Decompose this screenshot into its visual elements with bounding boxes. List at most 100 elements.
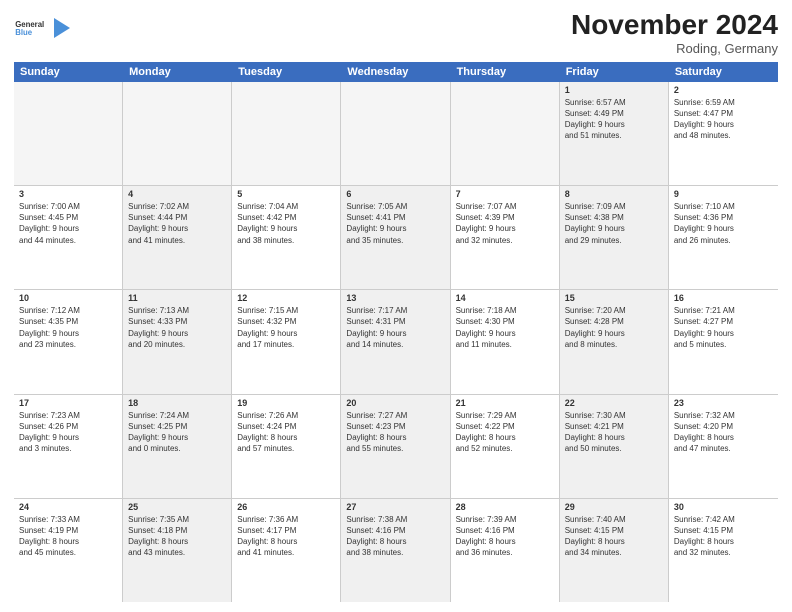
table-row: 21 Sunrise: 7:29 AM Sunset: 4:22 PM Dayli… (451, 395, 560, 498)
daylight-hours: Sunrise: 6:59 AM Sunset: 4:47 PM Dayligh… (674, 97, 773, 142)
table-row: 27 Sunrise: 7:38 AM Sunset: 4:16 PM Dayli… (341, 499, 450, 602)
daylight-hours: Sunrise: 7:29 AM Sunset: 4:22 PM Dayligh… (456, 410, 554, 455)
table-row: 18Sunrise: 7:24 AM Sunset: 4:25 PM Dayli… (123, 395, 232, 498)
table-row (232, 82, 341, 185)
daylight-hours: Sunrise: 7:05 AM Sunset: 4:41 PM Dayligh… (346, 201, 444, 246)
day-number: 22 (565, 398, 663, 408)
day-number: 27 (346, 502, 444, 512)
table-row (14, 82, 123, 185)
title-block: November 2024 Roding, Germany (571, 10, 778, 56)
table-row: 28 Sunrise: 7:39 AM Sunset: 4:16 PM Dayli… (451, 499, 560, 602)
day-number: 18 (128, 398, 226, 408)
table-row: 4 Sunrise: 7:02 AM Sunset: 4:44 PM Daylig… (123, 186, 232, 289)
table-row: 13 Sunrise: 7:17 AM Sunset: 4:31 PM Dayli… (341, 290, 450, 393)
day-number: 29 (565, 502, 663, 512)
header-saturday: Saturday (669, 62, 778, 82)
header: General Blue November 2024 Roding, Germa… (14, 10, 778, 56)
daylight-hours: Sunrise: 7:18 AM Sunset: 4:30 PM Dayligh… (456, 305, 554, 350)
header-sunday: Sunday (14, 62, 123, 82)
header-tuesday: Tuesday (232, 62, 341, 82)
day-number: 5 (237, 189, 335, 199)
table-row: 15 Sunrise: 7:20 AM Sunset: 4:28 PM Dayli… (560, 290, 669, 393)
table-row: 20 Sunrise: 7:27 AM Sunset: 4:23 PM Dayli… (341, 395, 450, 498)
month-title: November 2024 (571, 10, 778, 41)
logo-svg: General Blue (14, 10, 50, 46)
daylight-hours: Sunrise: 7:13 AM Sunset: 4:33 PM Dayligh… (128, 305, 226, 350)
day-number: 26 (237, 502, 335, 512)
table-row: 16 Sunrise: 7:21 AM Sunset: 4:27 PM Dayli… (669, 290, 778, 393)
day-number: 23 (674, 398, 773, 408)
day-number: 30 (674, 502, 773, 512)
table-row (341, 82, 450, 185)
logo: General Blue (14, 10, 70, 46)
table-row: 10Sunrise: 7:12 AM Sunset: 4:35 PM Dayli… (14, 290, 123, 393)
daylight-hours: Sunrise: 7:42 AM Sunset: 4:15 PM Dayligh… (674, 514, 773, 559)
daylight-hours: Sunrise: 7:09 AM Sunset: 4:38 PM Dayligh… (565, 201, 663, 246)
day-number: 3 (19, 189, 117, 199)
day-number: 11 (128, 293, 226, 303)
day-number: 28 (456, 502, 554, 512)
day-number: 10 (19, 293, 117, 303)
header-friday: Friday (560, 62, 669, 82)
daylight-hours: Sunrise: 7:00 AM Sunset: 4:45 PM Dayligh… (19, 201, 117, 246)
day-number: 17 (19, 398, 117, 408)
table-row: 14 Sunrise: 7:18 AM Sunset: 4:30 PM Dayli… (451, 290, 560, 393)
daylight-hours: Sunrise: 7:38 AM Sunset: 4:16 PM Dayligh… (346, 514, 444, 559)
day-number: 20 (346, 398, 444, 408)
daylight-hours: Sunrise: 7:17 AM Sunset: 4:31 PM Dayligh… (346, 305, 444, 350)
day-number: 9 (674, 189, 773, 199)
svg-text:Blue: Blue (15, 28, 33, 37)
table-row: 12Sunrise: 7:15 AM Sunset: 4:32 PM Dayli… (232, 290, 341, 393)
day-number: 2 (674, 85, 773, 95)
daylight-hours: Sunrise: 7:39 AM Sunset: 4:16 PM Dayligh… (456, 514, 554, 559)
day-number: 8 (565, 189, 663, 199)
cal-row-3: 17 Sunrise: 7:23 AM Sunset: 4:26 PM Dayli… (14, 395, 778, 499)
svg-text:General: General (15, 20, 44, 29)
daylight-hours: Sunrise: 7:26 AM Sunset: 4:24 PM Dayligh… (237, 410, 335, 455)
day-number: 25 (128, 502, 226, 512)
daylight-hours: Sunrise: 7:10 AM Sunset: 4:36 PM Dayligh… (674, 201, 773, 246)
day-number: 15 (565, 293, 663, 303)
day-number: 7 (456, 189, 554, 199)
daylight-hours: Sunrise: 7:27 AM Sunset: 4:23 PM Dayligh… (346, 410, 444, 455)
daylight-hours: Sunrise: 7:33 AM Sunset: 4:19 PM Dayligh… (19, 514, 117, 559)
table-row: 30 Sunrise: 7:42 AM Sunset: 4:15 PM Dayli… (669, 499, 778, 602)
cal-row-0: 1Sunrise: 6:57 AM Sunset: 4:49 PM Daylig… (14, 82, 778, 186)
header-thursday: Thursday (451, 62, 560, 82)
logo-arrow (54, 18, 70, 38)
location: Roding, Germany (571, 41, 778, 56)
table-row: 6Sunrise: 7:05 AM Sunset: 4:41 PM Daylig… (341, 186, 450, 289)
day-number: 21 (456, 398, 554, 408)
daylight-hours: Sunrise: 7:04 AM Sunset: 4:42 PM Dayligh… (237, 201, 335, 246)
daylight-hours: Sunrise: 7:07 AM Sunset: 4:39 PM Dayligh… (456, 201, 554, 246)
daylight-hours: Sunrise: 7:35 AM Sunset: 4:18 PM Dayligh… (128, 514, 226, 559)
cal-row-1: 3 Sunrise: 7:00 AM Sunset: 4:45 PM Daylig… (14, 186, 778, 290)
daylight-hours: Sunrise: 7:20 AM Sunset: 4:28 PM Dayligh… (565, 305, 663, 350)
table-row: 29 Sunrise: 7:40 AM Sunset: 4:15 PM Dayli… (560, 499, 669, 602)
table-row (451, 82, 560, 185)
table-row: 2 Sunrise: 6:59 AM Sunset: 4:47 PM Daylig… (669, 82, 778, 185)
day-number: 24 (19, 502, 117, 512)
day-number: 4 (128, 189, 226, 199)
day-number: 1 (565, 85, 663, 95)
table-row: 19 Sunrise: 7:26 AM Sunset: 4:24 PM Dayli… (232, 395, 341, 498)
header-wednesday: Wednesday (341, 62, 450, 82)
table-row: 1Sunrise: 6:57 AM Sunset: 4:49 PM Daylig… (560, 82, 669, 185)
table-row: 5 Sunrise: 7:04 AM Sunset: 4:42 PM Daylig… (232, 186, 341, 289)
table-row (123, 82, 232, 185)
day-number: 16 (674, 293, 773, 303)
daylight-hours: Sunrise: 7:40 AM Sunset: 4:15 PM Dayligh… (565, 514, 663, 559)
daylight-hours: Sunrise: 7:21 AM Sunset: 4:27 PM Dayligh… (674, 305, 773, 350)
table-row: 9 Sunrise: 7:10 AM Sunset: 4:36 PM Daylig… (669, 186, 778, 289)
table-row: 25 Sunrise: 7:35 AM Sunset: 4:18 PM Dayli… (123, 499, 232, 602)
day-number: 13 (346, 293, 444, 303)
daylight-hours: Sunrise: 7:32 AM Sunset: 4:20 PM Dayligh… (674, 410, 773, 455)
daylight-hours: Sunrise: 7:23 AM Sunset: 4:26 PM Dayligh… (19, 410, 117, 455)
day-number: 19 (237, 398, 335, 408)
daylight-hours: Sunrise: 7:02 AM Sunset: 4:44 PM Dayligh… (128, 201, 226, 246)
table-row: 24 Sunrise: 7:33 AM Sunset: 4:19 PM Dayli… (14, 499, 123, 602)
cal-row-4: 24 Sunrise: 7:33 AM Sunset: 4:19 PM Dayli… (14, 499, 778, 602)
day-number: 14 (456, 293, 554, 303)
table-row: 8 Sunrise: 7:09 AM Sunset: 4:38 PM Daylig… (560, 186, 669, 289)
table-row: 22Sunrise: 7:30 AM Sunset: 4:21 PM Dayli… (560, 395, 669, 498)
